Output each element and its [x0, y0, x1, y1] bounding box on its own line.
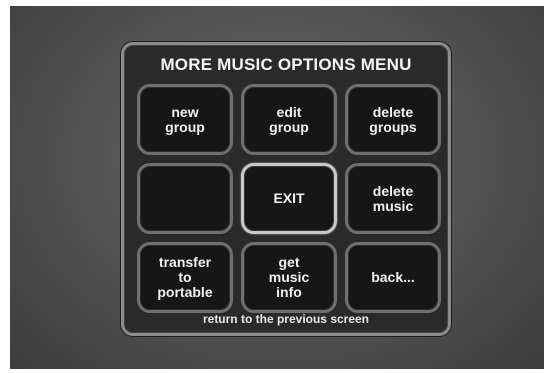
delete-music-button[interactable]: delete music [345, 163, 441, 234]
new-group-button[interactable]: new group [137, 84, 233, 155]
transfer-to-portable-button[interactable]: transfer to portable [137, 242, 233, 313]
back-button[interactable]: back... [345, 242, 441, 313]
screen-background: MORE MUSIC OPTIONS MENU new group edit g… [10, 6, 544, 369]
edit-group-button[interactable]: edit group [241, 84, 337, 155]
more-music-options-menu: MORE MUSIC OPTIONS MENU new group edit g… [121, 42, 451, 336]
get-music-info-button[interactable]: get music info [241, 242, 337, 313]
help-hint-text: return to the previous screen [202, 312, 370, 326]
delete-groups-button[interactable]: delete groups [345, 84, 441, 155]
menu-button-grid: new group edit group delete groups EXIT … [137, 84, 441, 313]
menu-title: MORE MUSIC OPTIONS MENU [160, 55, 412, 74]
empty-button-slot [137, 163, 233, 234]
exit-button[interactable]: EXIT [241, 163, 337, 234]
